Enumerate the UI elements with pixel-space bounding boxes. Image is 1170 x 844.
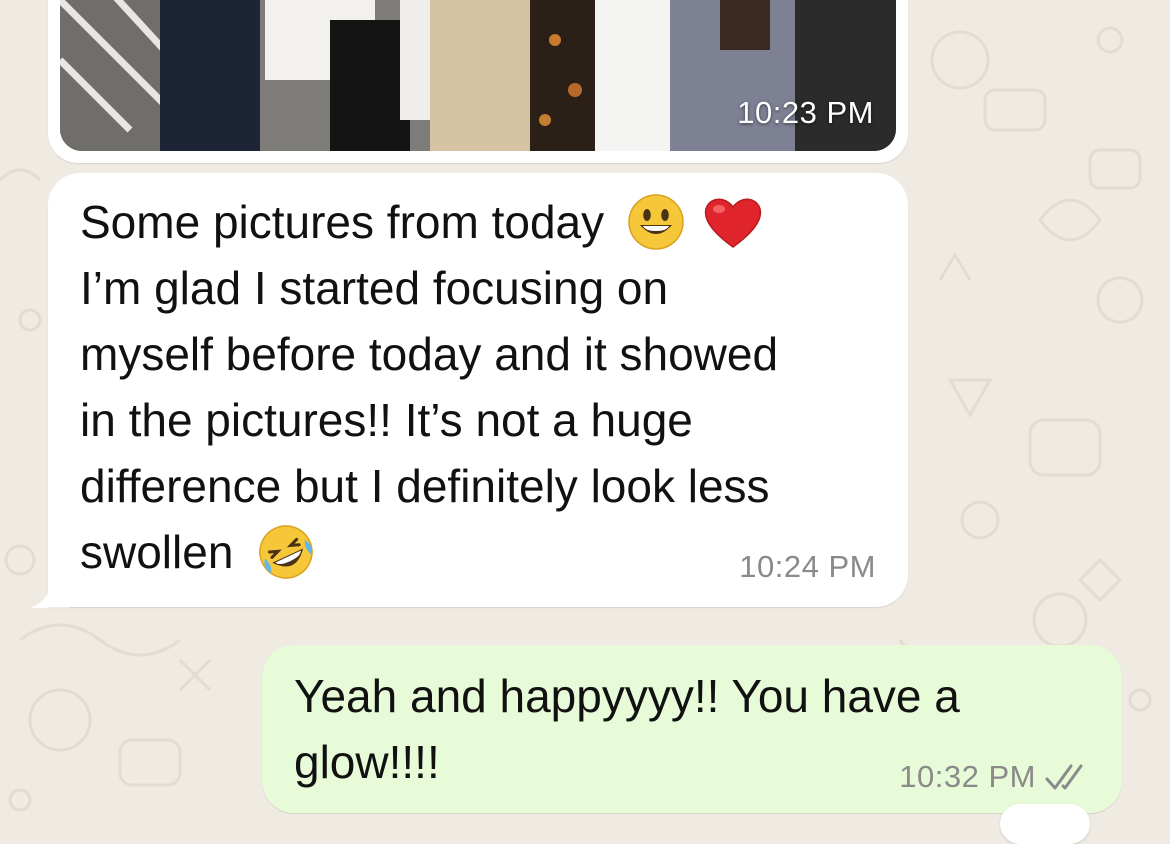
outgoing-message-meta: 10:32 PM [899, 759, 1092, 795]
message-line: myself before today and it showed [80, 328, 779, 380]
message-line: Yeah and happyyyy!! You have a [294, 670, 960, 722]
message-line: difference but I definitely look less [80, 460, 770, 512]
incoming-message-text: Some pictures from today I’m glad I star… [80, 189, 870, 585]
incoming-timestamp: 10:24 PM [739, 549, 876, 584]
red-heart-emoji-icon [704, 198, 761, 248]
grinning-face-emoji-icon [628, 194, 684, 250]
rolling-on-floor-laughing-emoji-icon [259, 525, 313, 579]
message-line: Some pictures from today [80, 189, 870, 255]
image-message-bubble[interactable]: 10:23 PM [48, 0, 908, 163]
reaction-badge[interactable] [1000, 804, 1090, 844]
outgoing-message-bubble[interactable]: Yeah and happyyyy!! You have a glow!!!! … [262, 645, 1122, 813]
message-line: I’m glad I started focusing on [80, 262, 669, 314]
read-double-check-icon [1045, 764, 1083, 790]
incoming-message-bubble[interactable]: Some pictures from today I’m glad I star… [48, 173, 908, 607]
message-line: in the pictures!! It’s not a huge [80, 394, 693, 446]
outgoing-timestamp: 10:32 PM [899, 759, 1036, 794]
image-timestamp: 10:23 PM [737, 95, 874, 130]
shared-photo[interactable]: 10:23 PM [60, 0, 896, 151]
